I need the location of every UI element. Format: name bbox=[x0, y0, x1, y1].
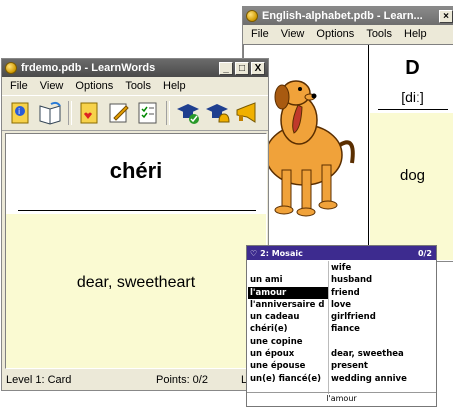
back-window: English-alphabet.pdb - Learn... × File V… bbox=[242, 6, 453, 262]
mosaic-left-item[interactable]: une épouse bbox=[248, 360, 328, 372]
mosaic-right-column: wife husband friend love girlfriend fian… bbox=[329, 262, 435, 385]
menu-view[interactable]: View bbox=[34, 80, 70, 92]
menu-options[interactable]: Options bbox=[69, 80, 119, 92]
app-icon bbox=[5, 62, 17, 74]
question-word: chéri bbox=[109, 158, 163, 183]
back-window-title: English-alphabet.pdb - Learn... bbox=[262, 10, 423, 22]
answer-word: dog bbox=[399, 167, 426, 184]
maximize-icon[interactable]: □ bbox=[235, 61, 249, 75]
megaphone-icon[interactable] bbox=[233, 100, 259, 126]
mosaic-window: ♡ 2: Mosaic 0/2 un ami l'amour l'anniver… bbox=[246, 245, 437, 407]
mosaic-left-column: un ami l'amour l'anniversaire d un cadea… bbox=[248, 262, 328, 385]
menu-file[interactable]: File bbox=[4, 80, 34, 92]
heart-book-icon[interactable] bbox=[77, 100, 103, 126]
menu-view[interactable]: View bbox=[275, 28, 311, 40]
card-area: chéri dear, sweetheart bbox=[5, 133, 267, 369]
graduate-check-icon[interactable] bbox=[175, 100, 201, 126]
info-icon[interactable]: i bbox=[8, 100, 34, 126]
mosaic-right-item[interactable]: wife bbox=[329, 262, 435, 274]
mosaic-right-item[interactable] bbox=[329, 336, 435, 348]
svg-text:i: i bbox=[18, 107, 20, 116]
status-points: Points: 0/2 bbox=[156, 374, 208, 386]
back-window-titlebar[interactable]: English-alphabet.pdb - Learn... × bbox=[243, 7, 453, 25]
front-window-menubar: File View Options Tools Help bbox=[2, 77, 268, 95]
graduate-bell-icon[interactable] bbox=[204, 100, 230, 126]
mosaic-titlebar: ♡ 2: Mosaic 0/2 bbox=[247, 246, 436, 260]
edit-icon[interactable] bbox=[106, 100, 132, 126]
menu-tools[interactable]: Tools bbox=[119, 80, 157, 92]
menu-options[interactable]: Options bbox=[310, 28, 360, 40]
mosaic-left-item[interactable]: une copine bbox=[248, 336, 328, 348]
toolbar-separator bbox=[68, 101, 72, 125]
app-icon bbox=[246, 10, 258, 22]
minimize-icon[interactable]: _ bbox=[219, 61, 233, 75]
mosaic-left-item-selected[interactable]: l'amour bbox=[248, 286, 328, 299]
mosaic-left-item[interactable]: un cadeau bbox=[248, 311, 328, 323]
menu-tools[interactable]: Tools bbox=[360, 28, 398, 40]
mosaic-right-item[interactable]: present bbox=[329, 360, 435, 372]
close-icon[interactable]: X bbox=[251, 61, 265, 75]
phonetic-text: [diː] bbox=[401, 89, 424, 105]
back-window-menubar: File View Options Tools Help bbox=[243, 25, 453, 43]
mosaic-right-item[interactable]: wedding annive bbox=[329, 373, 435, 385]
menu-help[interactable]: Help bbox=[157, 80, 192, 92]
mosaic-left-item[interactable]: un ami bbox=[248, 274, 328, 286]
answer-text: dear, sweetheart bbox=[76, 274, 196, 291]
toolbar-separator bbox=[166, 101, 170, 125]
book-icon[interactable] bbox=[37, 100, 63, 126]
status-level: Level 1: Card bbox=[6, 374, 72, 386]
checklist-icon[interactable] bbox=[135, 100, 161, 126]
front-window: frdemo.pdb - LearnWords _ □ X File View … bbox=[1, 58, 269, 391]
back-card-area: D [diː] dog bbox=[243, 44, 453, 261]
mosaic-footer: l'amour bbox=[247, 392, 436, 406]
front-window-titlebar[interactable]: frdemo.pdb - LearnWords _ □ X bbox=[2, 59, 268, 77]
mosaic-title: 2: Mosaic bbox=[260, 248, 303, 258]
front-window-title: frdemo.pdb - LearnWords bbox=[21, 62, 156, 74]
mosaic-left-item[interactable]: chéri(e) bbox=[248, 323, 328, 335]
mosaic-right-item[interactable]: love bbox=[329, 299, 435, 311]
letter-heading: D bbox=[405, 57, 420, 79]
mosaic-left-item[interactable]: un(e) fiancé(e) bbox=[248, 373, 328, 385]
divider bbox=[378, 109, 448, 110]
mosaic-right-item[interactable]: husband bbox=[329, 274, 435, 286]
mosaic-right-item[interactable]: friend bbox=[329, 287, 435, 299]
mosaic-right-item[interactable]: girlfriend bbox=[329, 311, 435, 323]
mosaic-left-item[interactable]: l'anniversaire d bbox=[248, 299, 328, 311]
mosaic-left-item[interactable] bbox=[248, 262, 328, 274]
menu-file[interactable]: File bbox=[245, 28, 275, 40]
heart-icon: ♡ bbox=[250, 248, 258, 258]
mosaic-right-item[interactable]: dear, sweethea bbox=[329, 348, 435, 360]
mosaic-score: 0/2 bbox=[417, 248, 432, 258]
mosaic-right-item[interactable]: fiance bbox=[329, 323, 435, 335]
back-answer-area bbox=[370, 113, 453, 260]
divider bbox=[368, 45, 369, 260]
statusbar: Level 1: Card Points: 0/2 L bbox=[2, 371, 268, 389]
close-icon[interactable]: × bbox=[439, 9, 453, 23]
toolbar: i bbox=[2, 95, 268, 131]
divider bbox=[18, 210, 256, 211]
menu-help[interactable]: Help bbox=[398, 28, 433, 40]
mosaic-left-item[interactable]: un époux bbox=[248, 348, 328, 360]
